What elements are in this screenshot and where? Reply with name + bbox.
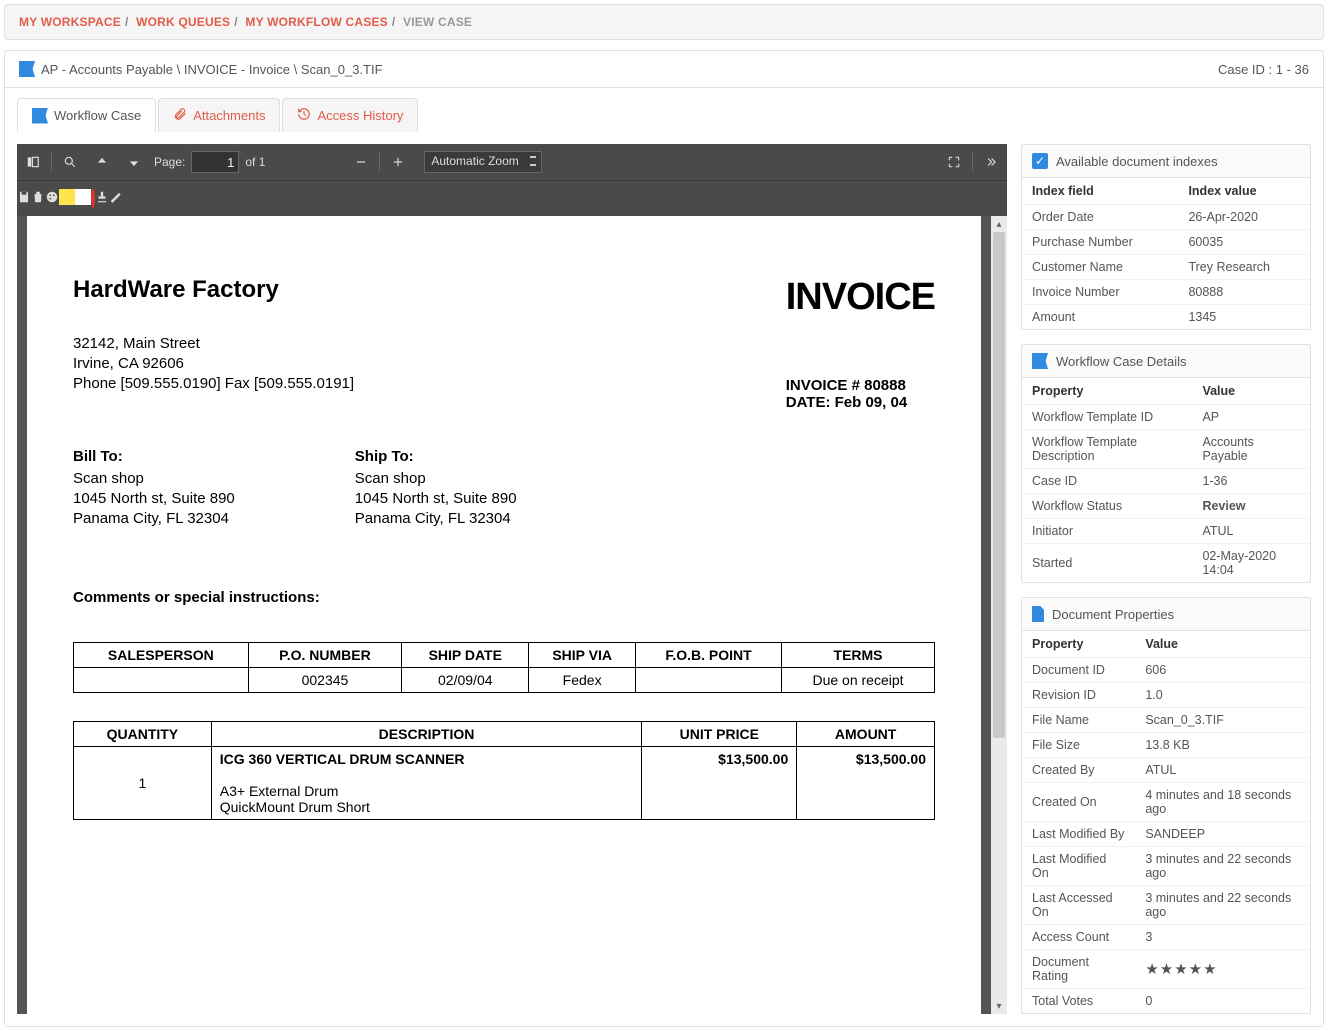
page-of-label: of 1 bbox=[245, 155, 265, 169]
table-row: File NameScan_0_3.TIF bbox=[1022, 708, 1310, 733]
check-icon: ✓ bbox=[1032, 153, 1048, 169]
table-row: Workflow Template IDAP bbox=[1022, 405, 1310, 430]
paperclip-icon bbox=[173, 107, 187, 124]
document-page: HardWare Factory 32142, Main Street Irvi… bbox=[27, 216, 981, 1014]
table-row: Document Rating★★★★★ bbox=[1022, 950, 1310, 989]
crumb-myworkspace[interactable]: MY WORKSPACE bbox=[19, 15, 121, 29]
table-row: Total Votes0 bbox=[1022, 989, 1310, 1014]
table-row: Order Date26-Apr-2020 bbox=[1022, 205, 1310, 230]
table-row: Last Modified On3 minutes and 22 seconds… bbox=[1022, 847, 1310, 886]
toggle-sidebar-icon[interactable] bbox=[17, 144, 49, 180]
invoice-title: INVOICE bbox=[786, 276, 935, 319]
rating-stars[interactable]: ★★★★★ bbox=[1135, 950, 1310, 989]
table-row: Access Count3 bbox=[1022, 925, 1310, 950]
find-icon[interactable] bbox=[54, 144, 86, 180]
case-id-label: Case ID : 1 - 36 bbox=[1218, 62, 1309, 77]
tab-workflow-case[interactable]: Workflow Case bbox=[17, 98, 156, 132]
table-row: Created ByATUL bbox=[1022, 758, 1310, 783]
viewer-toolbar-2 bbox=[17, 180, 1007, 216]
table-row: Case ID1-36 bbox=[1022, 469, 1310, 494]
table-row: Invoice Number80888 bbox=[1022, 280, 1310, 305]
highlight-yellow-icon[interactable] bbox=[59, 189, 75, 208]
color-palette-icon[interactable] bbox=[45, 190, 59, 207]
zoom-select[interactable]: Automatic Zoom bbox=[424, 151, 541, 173]
workflow-details-card: Workflow Case Details PropertyValue Work… bbox=[1021, 344, 1311, 583]
scroll-down-icon[interactable]: ▾ bbox=[991, 998, 1007, 1014]
save-icon[interactable] bbox=[17, 190, 31, 207]
table-row: Created On4 minutes and 18 seconds ago bbox=[1022, 783, 1310, 822]
zoom-in-icon[interactable] bbox=[382, 144, 414, 180]
zoom-out-icon[interactable] bbox=[345, 144, 377, 180]
flag-icon bbox=[1032, 353, 1048, 369]
invoice-items-table: QUANTITYDESCRIPTIONUNIT PRICEAMOUNT 1 IC… bbox=[73, 721, 935, 820]
history-icon bbox=[297, 107, 311, 124]
highlight-white-icon[interactable] bbox=[75, 189, 91, 208]
crumb-myworkflowcases[interactable]: MY WORKFLOW CASES bbox=[245, 15, 388, 29]
crumb-current: VIEW CASE bbox=[403, 15, 472, 29]
tab-bar: Workflow Case Attachments Access History bbox=[5, 88, 1323, 132]
document-icon bbox=[1032, 606, 1044, 622]
table-row: Purchase Number60035 bbox=[1022, 230, 1310, 255]
panel-path: AP - Accounts Payable \ INVOICE - Invoic… bbox=[41, 62, 383, 77]
presentation-mode-icon[interactable] bbox=[938, 144, 970, 180]
crumb-workqueues[interactable]: WORK QUEUES bbox=[136, 15, 230, 29]
viewer-toolbar-1: Page: of 1 Automatic Zoom bbox=[17, 144, 1007, 180]
signature-icon[interactable] bbox=[109, 190, 123, 207]
table-row: Customer NameTrey Research bbox=[1022, 255, 1310, 280]
page-number-input[interactable] bbox=[191, 151, 239, 173]
tab-attachments[interactable]: Attachments bbox=[158, 98, 280, 132]
document-viewer: Page: of 1 Automatic Zoom bbox=[17, 144, 1007, 1014]
table-row: Workflow Template DescriptionAccounts Pa… bbox=[1022, 430, 1310, 469]
tab-access-history[interactable]: Access History bbox=[282, 98, 418, 132]
scroll-up-icon[interactable]: ▴ bbox=[991, 216, 1007, 232]
workflow-status-link[interactable]: Review bbox=[1192, 494, 1310, 519]
table-row: Document ID606 bbox=[1022, 658, 1310, 683]
next-page-icon[interactable] bbox=[118, 144, 150, 180]
table-row: InitiatorATUL bbox=[1022, 519, 1310, 544]
main-panel: AP - Accounts Payable \ INVOICE - Invoic… bbox=[4, 50, 1324, 1027]
invoice-company: HardWare Factory bbox=[73, 276, 354, 304]
flag-icon bbox=[19, 61, 35, 77]
table-row: Amount1345 bbox=[1022, 305, 1310, 330]
delete-icon[interactable] bbox=[31, 190, 45, 207]
table-row: Revision ID1.0 bbox=[1022, 683, 1310, 708]
table-row: Workflow StatusReview bbox=[1022, 494, 1310, 519]
table-row: Last Modified BySANDEEP bbox=[1022, 822, 1310, 847]
invoice-ship-table: SALESPERSONP.O. NUMBERSHIP DATESHIP VIAF… bbox=[73, 642, 935, 693]
table-row: Started02-May-2020 14:04 bbox=[1022, 544, 1310, 583]
page-label: Page: bbox=[154, 155, 185, 169]
viewer-scrollbar[interactable]: ▴ ▾ bbox=[991, 216, 1007, 1014]
document-properties-card: Document Properties PropertyValue Docume… bbox=[1021, 597, 1311, 1014]
flag-icon bbox=[32, 108, 48, 124]
indexes-card: ✓Available document indexes Index fieldI… bbox=[1021, 144, 1311, 330]
stamp-icon[interactable] bbox=[95, 190, 109, 207]
breadcrumb: MY WORKSPACE/ WORK QUEUES/ MY WORKFLOW C… bbox=[4, 4, 1324, 40]
table-row: File Size13.8 KB bbox=[1022, 733, 1310, 758]
table-row: Last Accessed On3 minutes and 22 seconds… bbox=[1022, 886, 1310, 925]
tools-menu-icon[interactable] bbox=[975, 144, 1007, 180]
prev-page-icon[interactable] bbox=[86, 144, 118, 180]
